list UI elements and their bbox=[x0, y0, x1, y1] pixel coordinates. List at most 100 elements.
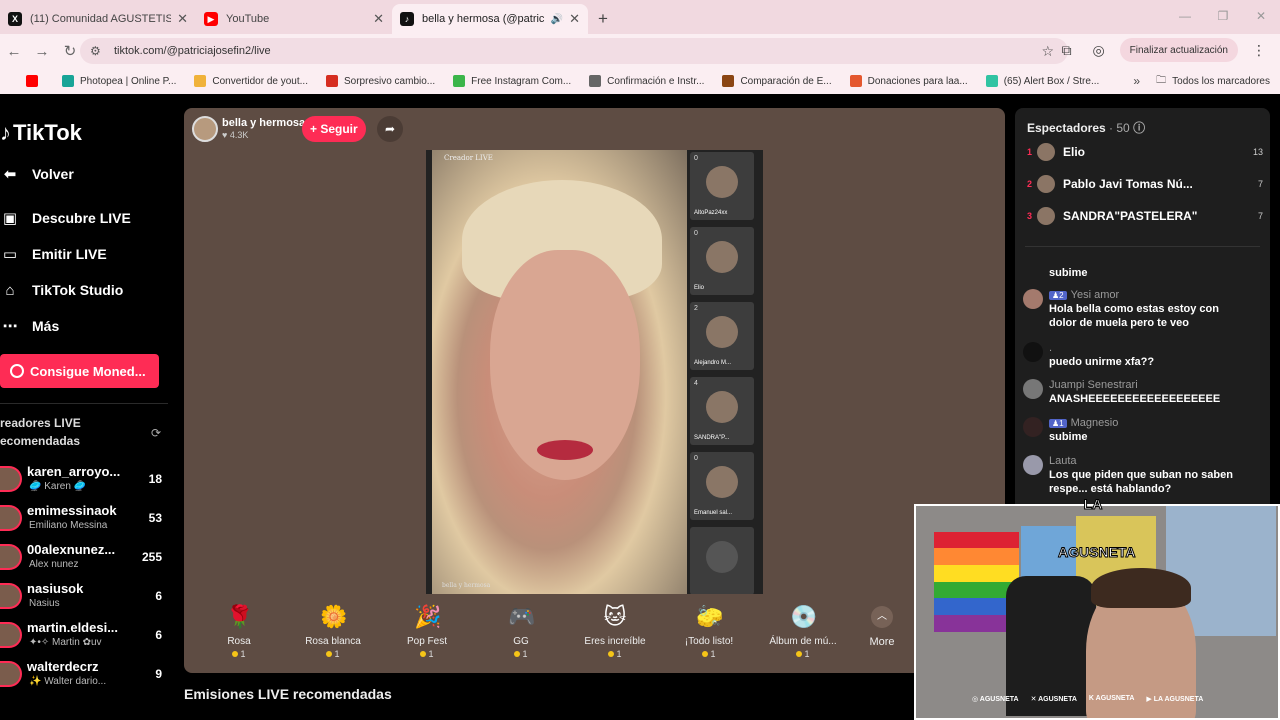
nav-discover-live[interactable]: ▣ Descubre LIVE bbox=[0, 208, 131, 228]
guest-slot[interactable]: 0 AltoPaz24xx bbox=[690, 152, 754, 220]
close-tab-icon[interactable]: ✕ bbox=[177, 11, 188, 27]
avatar bbox=[706, 166, 738, 198]
studio-house-icon: ⌂ bbox=[5, 281, 15, 299]
guest-slot[interactable]: 2 Alejandro M... bbox=[690, 302, 754, 370]
avatar bbox=[1037, 143, 1055, 161]
nav-go-live[interactable]: ▭ Emitir LIVE bbox=[0, 244, 107, 264]
instagram-handle: ◎ AGUSNETA bbox=[972, 696, 1019, 703]
bookmark-star-icon[interactable]: ☆ bbox=[1041, 43, 1054, 60]
avatar bbox=[1023, 342, 1043, 362]
close-tab-icon[interactable]: ✕ bbox=[569, 11, 580, 27]
guest-column: 0 AltoPaz24xx 0 Elio 2 Alejandro M... 4 SAND… bbox=[690, 152, 760, 594]
top-viewer[interactable]: 1 Elio 13 bbox=[1027, 140, 1263, 164]
back-link[interactable]: ⬅ Volver bbox=[0, 164, 74, 184]
host-info[interactable]: bella y hermosa ♥ 4.3K bbox=[192, 115, 305, 143]
video-camera-icon: ▭ bbox=[2, 246, 18, 263]
donation-icon bbox=[849, 75, 862, 87]
extensions-icon[interactable]: ⧉ bbox=[1056, 42, 1078, 59]
follow-button[interactable]: + Seguir bbox=[302, 116, 366, 142]
gift-item[interactable]: 🧽 ¡Todo listo! 1 bbox=[662, 596, 756, 668]
browser-tab-x[interactable]: X (11) Comunidad AGUSTETISMO ✕ bbox=[0, 4, 196, 34]
bookmark-item[interactable]: Comparación de E... bbox=[722, 75, 832, 87]
bookmark-item[interactable]: Confirmación e Instr... bbox=[589, 75, 704, 87]
browser-tab-youtube[interactable]: ▶ YouTube ✕ bbox=[196, 4, 392, 34]
creator-item[interactable]: emimessinaok Emiliano Messina 53 bbox=[0, 501, 170, 537]
site-info-icon[interactable]: ⚙ bbox=[90, 44, 108, 58]
bookmark-item[interactable]: (65) Alert Box / Stre... bbox=[985, 75, 1099, 87]
browser-tab-tiktok[interactable]: ♪ bella y hermosa (@patricia 🔊 ✕ bbox=[392, 4, 588, 34]
avatar bbox=[706, 391, 738, 423]
tab-title: (11) Comunidad AGUSTETISMO bbox=[30, 13, 172, 25]
photopea-icon bbox=[62, 75, 74, 87]
more-bookmarks-icon[interactable]: » bbox=[1133, 74, 1140, 88]
avatar bbox=[0, 583, 22, 609]
gift-item[interactable]: 💿 Álbum de mú... 1 bbox=[756, 596, 850, 668]
share-icon[interactable]: ➦ bbox=[377, 116, 403, 142]
gift-item[interactable]: 🎮 GG 1 bbox=[474, 596, 568, 668]
host-name: bella y hermosa bbox=[222, 117, 306, 129]
all-bookmarks-button[interactable]: 🗀 Todos los marcadores bbox=[1156, 73, 1270, 90]
bookmark-item[interactable]: Convertidor de yout... bbox=[194, 75, 308, 87]
music-album-icon: 💿 bbox=[790, 604, 818, 629]
creator-item[interactable]: martin.eldesi... ✦•✧ Martin ✿uv 6 bbox=[0, 618, 170, 654]
info-icon[interactable]: ⓘ bbox=[1133, 121, 1145, 135]
gift-item[interactable]: 🎉 Pop Fest 1 bbox=[380, 596, 474, 668]
avatar bbox=[1023, 417, 1043, 437]
bookmark-item[interactable]: Free Instagram Com... bbox=[453, 75, 571, 87]
live-stage: bella y hermosa ♥ 4.3K + Seguir ➦ Creador… bbox=[184, 108, 1005, 673]
avatar bbox=[706, 466, 738, 498]
url-field[interactable]: ⚙ tiktok.com/@patriciajosefin2/live ☆ bbox=[80, 38, 1068, 64]
viewers-title: Espectadores · 50 ⓘ bbox=[1027, 121, 1146, 135]
avatar bbox=[706, 316, 738, 348]
creator-item[interactable]: walterdecrz ✨ Walter dario... 9 bbox=[0, 657, 170, 693]
back-arrow-icon[interactable]: ← bbox=[0, 43, 28, 60]
bookmark-item[interactable]: Donaciones para laa... bbox=[849, 75, 968, 87]
minimize-icon[interactable]: — bbox=[1166, 0, 1204, 32]
top-viewer[interactable]: 3 SANDRA"PASTELERA" 7 bbox=[1027, 204, 1263, 228]
avatar bbox=[0, 505, 22, 531]
avatar bbox=[0, 622, 22, 648]
close-window-icon[interactable]: ✕ bbox=[1242, 0, 1280, 32]
more-gifts-button[interactable]: ︿ More bbox=[864, 606, 900, 648]
profile-icon[interactable]: ◎ bbox=[1088, 42, 1110, 59]
guest-slot[interactable]: 0 Emanuel sal... bbox=[690, 452, 754, 520]
update-button[interactable]: Finalizar actualización bbox=[1119, 38, 1238, 62]
pop-fest-icon: 🎉 bbox=[414, 604, 442, 629]
heart-icon: ♥ bbox=[222, 130, 228, 140]
gift-item[interactable]: 🐱 Eres increíble 1 bbox=[568, 596, 662, 668]
speaker-icon[interactable]: 🔊 bbox=[551, 14, 563, 25]
fan-level-badge: ♟2 bbox=[1049, 291, 1067, 300]
bookmark-item[interactable]: Photopea | Online P... bbox=[62, 75, 176, 87]
guest-slot[interactable]: 0 Elio bbox=[690, 227, 754, 295]
creator-item[interactable]: 00alexnunez... Alex nunez 255 bbox=[0, 540, 170, 576]
gift-item[interactable]: 🌹 Rosa 1 bbox=[192, 596, 286, 668]
new-tab-button[interactable]: + bbox=[588, 4, 618, 34]
avatar bbox=[706, 241, 738, 273]
empty-guest-slot[interactable] bbox=[690, 527, 754, 594]
host-avatar[interactable] bbox=[192, 116, 218, 142]
nav-more[interactable]: ⋯ Más bbox=[0, 316, 60, 336]
get-coins-button[interactable]: Consigue Moned... bbox=[0, 354, 159, 388]
recommended-creators-title: readores LIVE ecomendadas bbox=[0, 416, 81, 448]
close-tab-icon[interactable]: ✕ bbox=[373, 11, 384, 27]
gift-item[interactable]: 🌼 Rosa blanca 1 bbox=[286, 596, 380, 668]
creator-item[interactable]: karen_arroyo... 🥏 Karen 🥏 18 bbox=[0, 462, 170, 498]
creator-item[interactable]: nasiusok Nasius 6 bbox=[0, 579, 170, 615]
nav-tiktok-studio[interactable]: ⌂ TikTok Studio bbox=[0, 280, 123, 300]
guest-slot[interactable]: 4 SANDRA"P... bbox=[690, 377, 754, 445]
bookmark-item[interactable]: Sorpresivo cambio... bbox=[325, 75, 435, 87]
live-video[interactable]: Creador LIVE bella y hermosa 0 AltoPaz24x… bbox=[426, 150, 763, 594]
top-viewer[interactable]: 2 Pablo Javi Tomas Nú... 7 bbox=[1027, 172, 1263, 196]
avatar bbox=[1037, 175, 1055, 193]
forward-arrow-icon[interactable]: → bbox=[28, 43, 56, 60]
menu-dots-icon[interactable]: ⋮ bbox=[1248, 42, 1270, 59]
tiktok-logo[interactable]: ♪ TikTok bbox=[0, 120, 82, 146]
x-handle: ✕ AGUSNETA bbox=[1030, 696, 1077, 703]
bookmark-item[interactable] bbox=[26, 75, 44, 87]
link-icon bbox=[589, 75, 602, 87]
divider bbox=[1025, 246, 1260, 247]
youtube-icon bbox=[26, 75, 38, 87]
refresh-icon[interactable]: ⟳ bbox=[151, 426, 161, 440]
maximize-icon[interactable]: ❐ bbox=[1204, 0, 1242, 32]
gift-bar: 🌹 Rosa 1 🌼 Rosa blanca 1 🎉 Pop Fest 1 🎮 GG 1 🐱 Er… bbox=[192, 596, 912, 668]
